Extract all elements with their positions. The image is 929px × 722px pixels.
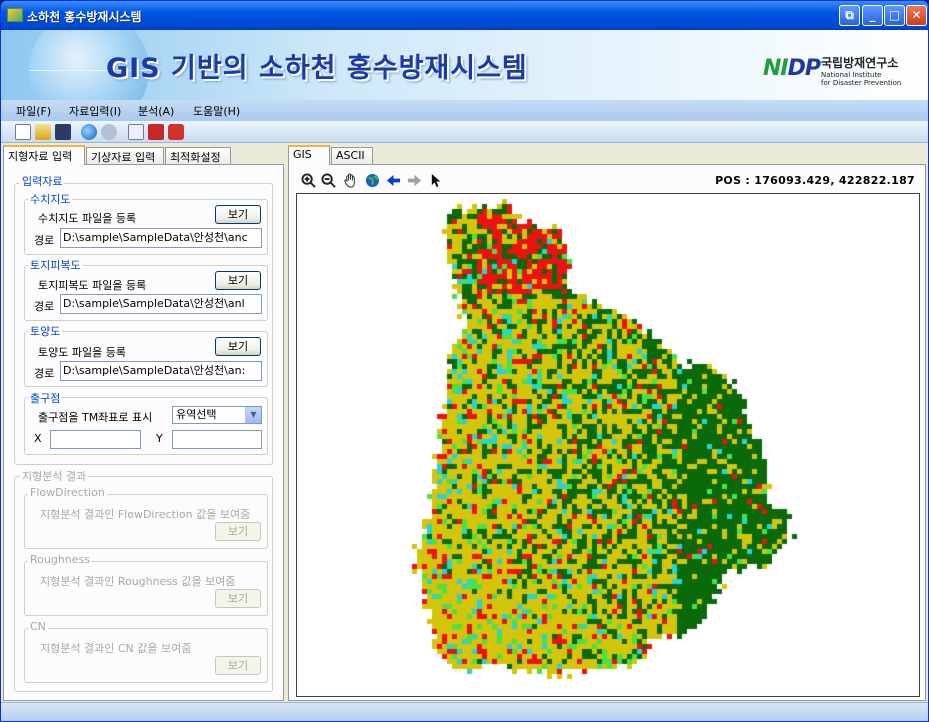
cn-view-button[interactable]: 보기 (215, 656, 261, 675)
dem-path-field[interactable]: D:\sample\SampleData\안성천\anc (60, 228, 262, 248)
landcover-path-field[interactable]: D:\sample\SampleData\안성천\anl (60, 294, 262, 314)
forward-arrow-icon[interactable] (407, 173, 422, 188)
position-readout: POS : 176093.429, 422822.187 (715, 174, 915, 187)
header-banner: GIS 기반의 소하천 홍수방재시스템 NIDP 국립방재연구소 Nationa… (1, 30, 928, 100)
pdf-icon[interactable] (148, 124, 164, 140)
banner-title: GIS 기반의 소하천 홍수방재시스템 (106, 53, 528, 84)
app-icon (7, 8, 23, 22)
landcover-view-button[interactable]: 보기 (215, 271, 261, 290)
menu-analysis[interactable]: 분석(A) (138, 103, 174, 119)
tab-ascii[interactable]: ASCII (331, 147, 373, 164)
back-arrow-icon[interactable] (386, 173, 401, 188)
menu-help[interactable]: 도움말(H) (193, 103, 240, 119)
select-pointer-icon[interactable] (429, 173, 444, 188)
flowdirection-title: FlowDirection (28, 486, 107, 499)
chevron-down-icon[interactable]: ▼ (245, 407, 261, 423)
cn-desc: 지형분석 결과인 CN 값을 보여줌 (40, 642, 192, 655)
landcover-desc: 토지피복도 파일을 등록 (38, 279, 147, 292)
roughness-desc: 지형분석 결과인 Roughness 값을 보여줌 (40, 575, 236, 588)
maximize-button[interactable]: □ (884, 5, 905, 26)
zoom-in-icon[interactable] (301, 173, 316, 188)
right-panel: GIS ASCII POS : 176093.429, 422822.187 (288, 145, 926, 701)
tab-terrain-input[interactable]: 지형자료 입력 (3, 145, 85, 165)
roughness-title: Roughness (28, 553, 93, 566)
chat-icon[interactable] (101, 124, 117, 140)
new-icon[interactable] (15, 124, 31, 140)
minimize-button[interactable]: _ (862, 5, 883, 26)
tab-weather-input[interactable]: 기상자료 입력 (86, 147, 164, 164)
globe-icon[interactable] (81, 124, 97, 140)
roughness-view-button[interactable]: 보기 (215, 589, 261, 608)
open-icon[interactable] (35, 124, 51, 140)
menu-bar: 파일(F) 자료입력(I) 분석(A) 도움말(H) (1, 100, 928, 121)
flowdirection-desc: 지형분석 결과인 FlowDirection 값을 보여줌 (40, 508, 251, 521)
left-tabs: 지형자료 입력 기상자료 입력 최적화설정 (3, 145, 284, 165)
flowdirection-view-button[interactable]: 보기 (215, 522, 261, 541)
acrobat-icon[interactable] (168, 124, 184, 140)
soil-path-field[interactable]: D:\sample\SampleData\안성천\an: (60, 361, 262, 381)
dem-title: 수치지도 (28, 191, 73, 207)
dem-desc: 수치지도 파일을 등록 (38, 212, 137, 225)
landcover-raster-map[interactable] (297, 194, 919, 696)
pan-hand-icon[interactable] (343, 173, 358, 188)
dem-path-label: 경로 (34, 234, 55, 247)
full-extent-globe-icon[interactable] (365, 173, 380, 188)
right-tabs: GIS ASCII (288, 145, 569, 165)
watershed-select-value: 유역선택 (176, 408, 217, 421)
menu-file[interactable]: 파일(F) (16, 103, 51, 119)
soil-title: 토양도 (28, 323, 63, 339)
title-bar[interactable]: 소하천 홍수방재시스템 ⧉ _ □ ✕ (1, 1, 928, 30)
x-label: X (34, 432, 42, 445)
dem-view-button[interactable]: 보기 (215, 205, 261, 224)
soil-view-button[interactable]: 보기 (215, 337, 261, 356)
status-bar (1, 702, 928, 721)
restore-icon[interactable]: ⧉ (839, 5, 860, 26)
close-button[interactable]: ✕ (906, 5, 927, 26)
y-coordinate-field[interactable] (172, 430, 262, 449)
outlet-desc: 출구점을 TM좌표로 표시 (38, 411, 153, 424)
nidp-logo: NIDP (763, 56, 821, 81)
left-panel: 지형자료 입력 기상자료 입력 최적화설정 입력자료 수치지도 수치지도 파일을… (3, 145, 284, 701)
org-name-kr: 국립방재연구소 (821, 56, 899, 70)
save-icon[interactable] (55, 124, 71, 140)
zoom-out-icon[interactable] (321, 173, 336, 188)
input-data-title: 입력자료 (20, 173, 65, 189)
document-icon[interactable] (128, 124, 144, 140)
y-label: Y (156, 432, 163, 445)
org-name-en-1: National Institute (821, 71, 882, 79)
landcover-title: 토지피복도 (28, 257, 83, 273)
watershed-select[interactable]: 유역선택 ▼ (172, 406, 262, 424)
cn-title: CN (28, 620, 48, 633)
map-view[interactable] (296, 193, 920, 697)
org-name: 국립방재연구소 National Institute for Disaster … (821, 54, 901, 87)
landcover-path-label: 경로 (34, 300, 55, 313)
tab-gis[interactable]: GIS (288, 145, 330, 165)
analysis-result-title: 지형분석 결과 (20, 468, 89, 484)
terrain-input-panel: 입력자료 수치지도 수치지도 파일을 등록 보기 경로 D:\sample\Sa… (3, 164, 284, 701)
main-window: 소하천 홍수방재시스템 ⧉ _ □ ✕ GIS 기반의 소하천 홍수방재시스템 … (0, 0, 929, 722)
soil-path-label: 경로 (34, 367, 55, 380)
outlet-title: 출구점 (28, 390, 63, 406)
menu-data-input[interactable]: 자료입력(I) (69, 103, 121, 119)
org-name-en-2: for Disaster Prevention (821, 79, 902, 87)
soil-desc: 토양도 파일을 등록 (38, 346, 126, 359)
window-title: 소하천 홍수방재시스템 (27, 10, 142, 24)
x-coordinate-field[interactable] (50, 430, 141, 449)
gis-panel: POS : 176093.429, 422822.187 (288, 164, 926, 701)
tab-optimization[interactable]: 최적화설정 (165, 147, 231, 164)
toolbar (1, 121, 928, 143)
